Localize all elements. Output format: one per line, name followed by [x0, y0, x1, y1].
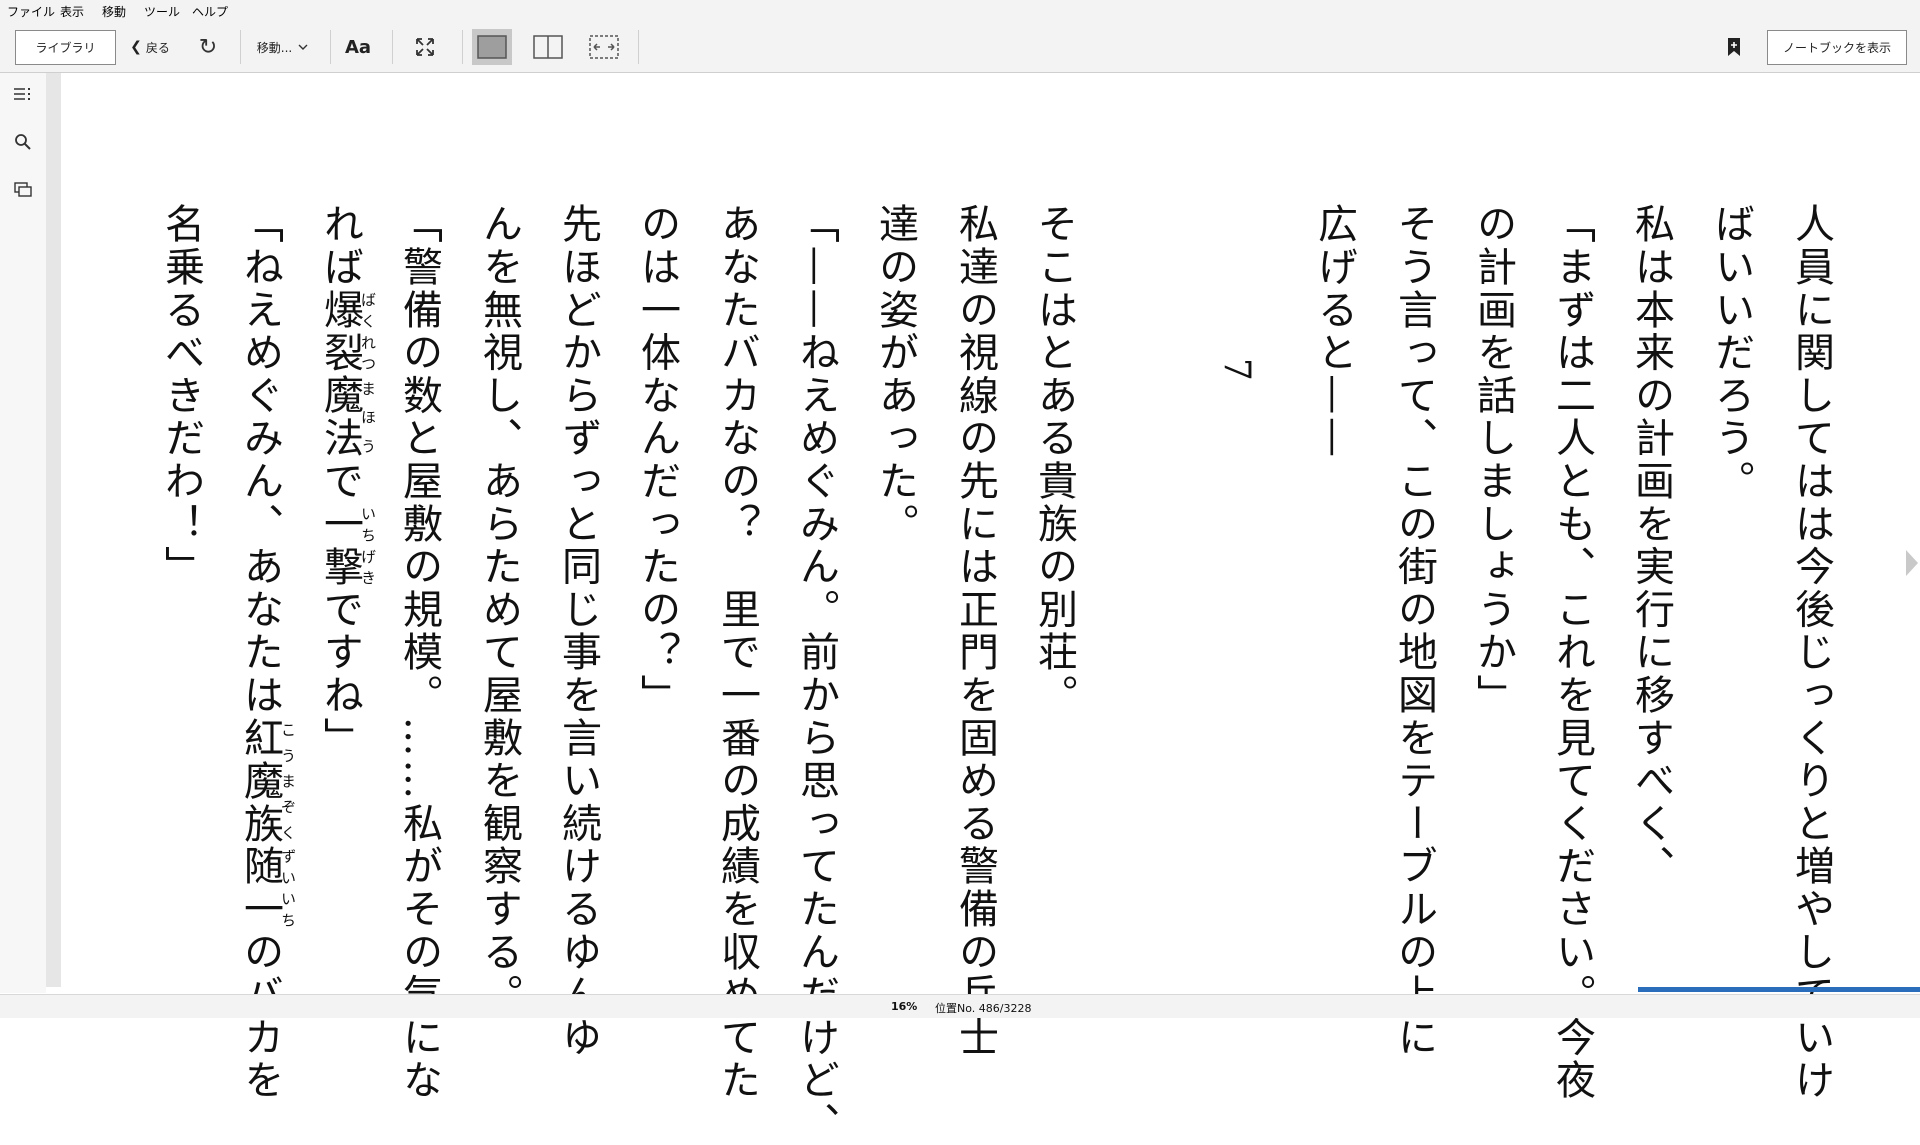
two-page-icon	[533, 35, 563, 59]
two-page-view-button[interactable]	[528, 29, 568, 65]
ruby-base: 一撃	[317, 502, 363, 589]
text-line: あなたバカなの？ 里で一番の成績を収めてた	[714, 203, 760, 1102]
text-line: 広げると——	[1311, 203, 1357, 460]
chevron-left-icon: ❮	[130, 39, 142, 55]
sync-button[interactable]: ↻	[193, 32, 223, 62]
toolbar-separator	[240, 30, 241, 64]
ruby-reading: こうまぞく	[279, 716, 297, 845]
back-button[interactable]: ❮ 戻る	[126, 30, 174, 64]
table-of-contents-button[interactable]	[12, 83, 34, 105]
text-line: 「警備の数と屋敷の規模。……私がその気にな	[396, 203, 442, 1102]
menu-bar: ファイル 表示 移動 ツール ヘルプ	[0, 0, 1920, 22]
ruby-base: 紅魔族	[237, 716, 283, 846]
text-line: 私は本来の計画を実行に移すべく、	[1628, 203, 1674, 888]
right-margin	[1876, 73, 1920, 987]
text-line: 私達の視線の先には正門を固める警備の兵士	[952, 203, 998, 1059]
next-page-button[interactable]	[1904, 548, 1920, 578]
reading-progress-bar	[1638, 987, 1920, 992]
text-segment: で	[317, 459, 363, 503]
toolbar: ライブラリ ❮ 戻る ↻ 移動... Aa ノートブックを表示	[0, 22, 1920, 73]
text-line: そう言って、この街の地図をテーブルの上に	[1391, 203, 1437, 1059]
status-bar: 16% 位置No. 486/3228	[0, 994, 1920, 1018]
font-settings-button[interactable]: Aa	[340, 30, 376, 64]
ruby-reading: まほう	[359, 374, 377, 460]
menu-view[interactable]: 表示	[60, 3, 84, 20]
text-line: 達の姿があった。	[872, 203, 918, 546]
page-gutter	[46, 73, 61, 987]
text-line: 人員に関してはは今後じっくりと増やしていけ	[1788, 203, 1834, 1102]
text-line-ruby: れば爆裂ばくれつ魔法まほうで一撃いちげきですね」	[300, 203, 380, 1023]
menu-help[interactable]: ヘルプ	[192, 3, 228, 20]
ruby-reading: ずいいち	[279, 845, 297, 931]
scroll-view-icon	[589, 35, 619, 59]
search-icon	[15, 134, 31, 150]
flashcards-button[interactable]	[12, 179, 34, 201]
toolbar-separator	[638, 30, 639, 64]
text-segment: ですね」	[317, 588, 363, 760]
fullscreen-icon	[416, 38, 434, 56]
bookmark-icon	[1728, 38, 1740, 56]
text-line: んを無視し、あらためて屋敷を観察する。	[476, 203, 522, 1017]
reading-page[interactable]: 人員に関してはは今後じっくりと増やしていけ ばいいだろう。 私は本来の計画を実行…	[61, 73, 1876, 1145]
bookmark-button[interactable]	[1722, 32, 1746, 62]
menu-file[interactable]: ファイル	[7, 3, 55, 20]
text-line: のは一体なんだったの？」	[634, 203, 680, 717]
continuous-view-button[interactable]	[584, 29, 624, 65]
toolbar-separator	[462, 30, 463, 64]
text-line: ばいいだろう。	[1708, 203, 1754, 503]
progress-percent: 16%	[891, 1000, 918, 1013]
back-label: 戻る	[145, 40, 170, 55]
refresh-icon: ↻	[198, 34, 218, 60]
menu-tools[interactable]: ツール	[144, 3, 180, 20]
single-page-icon	[477, 35, 507, 59]
text-line: 名乗るべきだわ！」	[158, 203, 204, 589]
chevron-down-icon	[298, 44, 308, 50]
ruby-base: 随一	[237, 845, 283, 931]
cards-icon	[14, 182, 32, 197]
toolbar-separator	[392, 30, 393, 64]
text-line: の計画を話しましょうか」	[1470, 203, 1516, 717]
text-line: そこはとある貴族の別荘。	[1031, 203, 1077, 717]
fullscreen-button[interactable]	[410, 32, 440, 62]
text-segment: 「ねえめぐみん、あなたは	[237, 203, 283, 717]
location-indicator: 位置No. 486/3228	[935, 1002, 1032, 1015]
text-line: 「まずは二人とも、これを見てください。今夜	[1549, 203, 1595, 1102]
side-panel	[0, 73, 46, 993]
triangle-right-icon	[1906, 550, 1918, 576]
search-button[interactable]	[12, 131, 34, 153]
text-line: 先ほどからずっと同じ事を言い続けるゆんゆ	[555, 203, 601, 1059]
ruby-base: 魔法	[317, 374, 363, 460]
goto-label: 移動...	[256, 40, 293, 55]
text-line-ruby: 「ねえめぐみん、あなたは紅魔族こうまぞく随一ずいいちのバカを	[220, 203, 300, 1102]
single-page-view-button[interactable]	[472, 29, 512, 65]
text-segment: れば	[317, 203, 363, 289]
text-line: 「——ねえめぐみん。前から思ってたんだけど、	[793, 203, 839, 1145]
ruby-reading: ばくれつ	[359, 288, 377, 375]
section-number: 7	[1216, 358, 1257, 381]
goto-dropdown[interactable]: 移動...	[253, 30, 313, 64]
show-notebook-button[interactable]: ノートブックを表示	[1767, 30, 1907, 65]
ruby-reading: いちげき	[359, 502, 377, 589]
ruby-base: 爆裂	[317, 288, 363, 375]
menu-go[interactable]: 移動	[102, 3, 126, 20]
library-button[interactable]: ライブラリ	[15, 30, 116, 65]
list-icon	[14, 88, 30, 100]
toolbar-separator	[330, 30, 331, 64]
